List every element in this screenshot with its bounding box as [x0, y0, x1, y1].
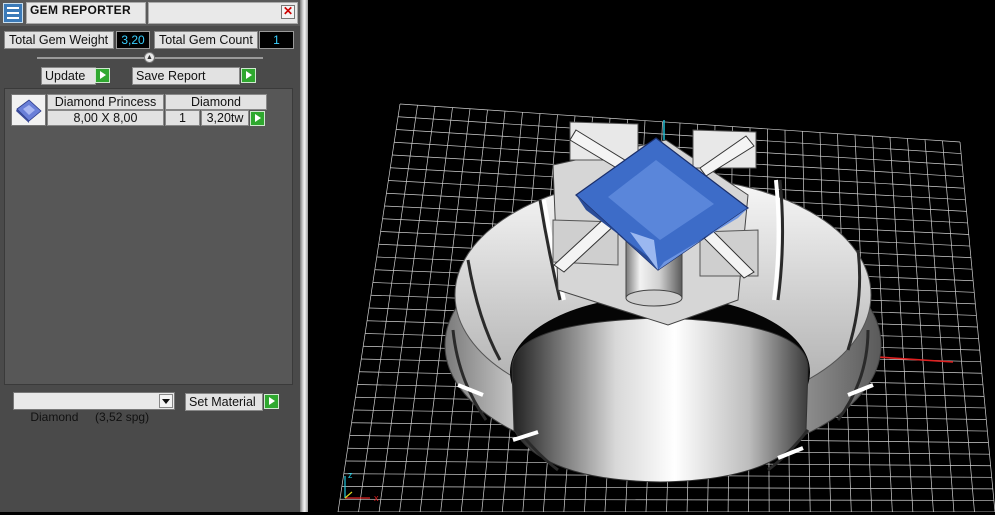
gem-size-cell[interactable]: 8,00 X 8,00	[47, 110, 164, 126]
total-gem-count-value: 1	[259, 31, 294, 49]
save-report-go-icon[interactable]	[241, 68, 256, 83]
gem-list	[4, 88, 293, 385]
axis-x-label: x	[374, 493, 379, 503]
update-button[interactable]: Update	[41, 67, 96, 85]
gem-weight-cell[interactable]: 3,20tw	[201, 110, 249, 126]
total-gem-weight-value: 3,20	[116, 31, 150, 49]
save-report-button[interactable]: Save Report	[132, 67, 240, 85]
gem-row-go-icon[interactable]	[250, 111, 265, 126]
material-select[interactable]: Diamond (3,52 spg)	[13, 392, 175, 424]
total-gem-count-label: Total Gem Count	[154, 31, 258, 49]
3d-viewport[interactable]: z x	[308, 0, 995, 513]
panel-divider[interactable]	[300, 0, 308, 512]
chevron-down-icon[interactable]	[159, 394, 173, 408]
gem-material-cell[interactable]: Diamond	[165, 94, 267, 110]
gem-name-cell[interactable]: Diamond Princess	[47, 94, 164, 110]
gem-qty-cell[interactable]: 1	[165, 110, 200, 126]
update-go-icon[interactable]	[95, 68, 110, 83]
gem-reporter-panel: GEM REPORTER ✕ Total Gem Weight 3,20 Tot…	[0, 0, 300, 512]
ring-inner-band	[511, 317, 809, 483]
title-bar-fill	[148, 2, 298, 24]
title-bar: GEM REPORTER ✕	[0, 0, 300, 26]
set-material-button[interactable]: Set Material	[185, 393, 263, 411]
collapse-handle-icon[interactable]: ▲	[144, 52, 155, 63]
gem-thumbnail-icon[interactable]	[11, 94, 46, 126]
material-select-value: Diamond (3,52 spg)	[30, 410, 150, 424]
set-material-go-icon[interactable]	[264, 394, 279, 409]
close-icon[interactable]: ✕	[281, 5, 295, 19]
app-icon	[3, 3, 23, 23]
window-title: GEM REPORTER	[30, 3, 131, 17]
total-gem-weight-label: Total Gem Weight	[4, 31, 114, 49]
axis-z-label: z	[348, 470, 353, 480]
